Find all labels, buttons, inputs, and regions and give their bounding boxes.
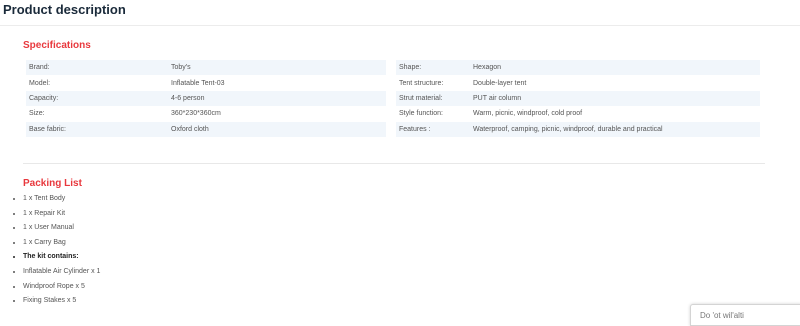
- list-item-subheading: The kit contains:: [23, 252, 100, 267]
- spec-value: Double-layer tent: [473, 79, 527, 87]
- table-row: Size: 360*230*360cm Style function: Warm…: [26, 106, 760, 121]
- packing-list-heading: Packing List: [23, 178, 82, 189]
- page-title: Product description: [3, 2, 126, 17]
- packing-list: 1 x Tent Body 1 x Repair Kit 1 x User Ma…: [10, 194, 100, 311]
- floating-chat-tab[interactable]: Do 'ot wil'alti: [690, 304, 800, 326]
- list-item: Inflatable Air Cylinder x 1: [23, 267, 100, 282]
- spec-label: Shape:: [396, 60, 470, 76]
- table-row: Base fabric: Oxford cloth Features : Wat…: [26, 121, 760, 137]
- list-item: Windproof Rope x 5: [23, 282, 100, 297]
- list-item: 1 x User Manual: [23, 223, 100, 238]
- spec-value: Hexagon: [470, 60, 760, 76]
- spec-label: Style function:: [399, 110, 443, 118]
- table-row: Model: Inflatable Tent-03 Tent structure…: [26, 75, 760, 90]
- spec-value: Oxford cloth: [168, 121, 386, 137]
- list-item: 1 x Repair Kit: [23, 209, 100, 224]
- spec-value: PUT air column: [470, 90, 760, 107]
- spec-label: Capacity:: [26, 90, 168, 107]
- spec-label: Size:: [29, 110, 45, 118]
- header-divider: [0, 25, 800, 26]
- spec-value: Toby's: [168, 60, 386, 76]
- list-item: 1 x Tent Body: [23, 194, 100, 209]
- spec-value: 360*230*360cm: [171, 110, 221, 118]
- spec-label: Brand:: [26, 60, 168, 76]
- table-row: Capacity: 4-6 person Strut material: PUT…: [26, 90, 760, 107]
- list-item: 1 x Carry Bag: [23, 238, 100, 253]
- table-row: Brand: Toby's Shape: Hexagon: [26, 60, 760, 76]
- spec-label: Base fabric:: [26, 121, 168, 137]
- spec-value: Inflatable Tent-03: [171, 79, 225, 87]
- spec-label: Strut material:: [396, 90, 470, 107]
- spec-label: Model:: [29, 79, 51, 87]
- list-item: Fixing Stakes x 5: [23, 296, 100, 311]
- section-divider: [23, 163, 765, 164]
- specifications-heading: Specifications: [23, 40, 91, 51]
- specifications-table: Brand: Toby's Shape: Hexagon Model: Infl…: [26, 60, 760, 137]
- spec-value: Warm, picnic, windproof, cold proof: [473, 110, 583, 118]
- spec-value: 4-6 person: [168, 90, 386, 107]
- floating-chat-label: Do 'ot wil'alti: [700, 311, 744, 320]
- spec-label: Tent structure:: [399, 79, 444, 87]
- spec-value: Waterproof, camping, picnic, windproof, …: [470, 121, 760, 137]
- spec-label: Features :: [396, 121, 470, 137]
